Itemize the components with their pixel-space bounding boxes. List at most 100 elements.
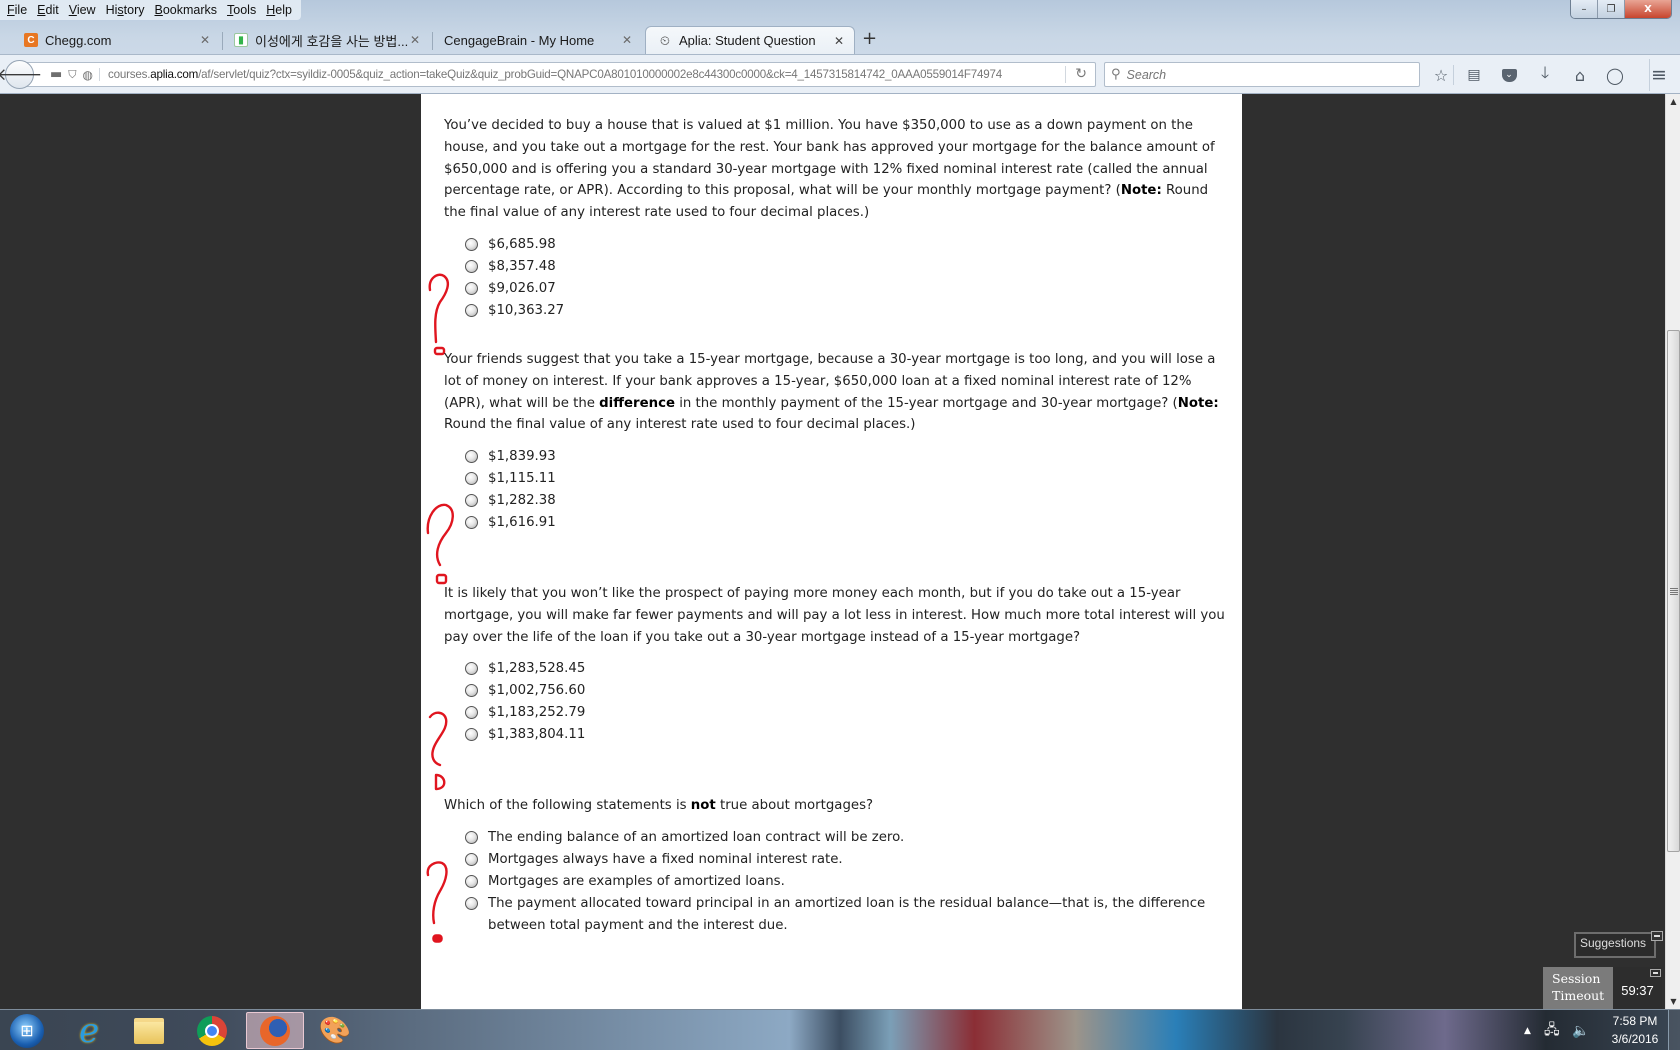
radio-button[interactable] [465, 706, 478, 720]
search-input[interactable] [1126, 67, 1407, 82]
emphasis-text: Note: [1177, 395, 1219, 411]
system-clock[interactable]: 7:58 PM 3/6/2016 [1600, 1012, 1670, 1048]
close-window-button[interactable]: X [1625, 0, 1671, 18]
taskbar-app-file-explorer[interactable] [124, 1012, 174, 1049]
start-button[interactable]: ⊞ [2, 1012, 52, 1049]
naver-blog-icon: ▮ [234, 33, 248, 47]
answer-option[interactable]: $8,357.48 [465, 256, 1227, 278]
show-hidden-icons-arrow[interactable]: ▲ [1524, 1010, 1531, 1050]
close-tab-icon[interactable]: ✕ [200, 33, 210, 47]
answer-option[interactable]: $6,685.98 [465, 234, 1227, 256]
pocket-icon[interactable]: ⌄ [1498, 64, 1520, 86]
menu-bookmarks[interactable]: Bookmarks [150, 3, 223, 17]
url-text[interactable]: courses.aplia.com/af/servlet/quiz?ctx=sy… [99, 68, 1044, 81]
answer-option[interactable]: $1,282.38 [465, 490, 1227, 512]
bookmarks-menu-icon[interactable]: ▤ [1463, 64, 1485, 86]
answer-option[interactable]: $1,383,804.11 [465, 724, 1227, 746]
close-tab-icon[interactable]: ✕ [622, 33, 632, 47]
scroll-down-arrow-icon[interactable]: ▼ [1666, 994, 1680, 1009]
question-3: It is likely that you won’t like the pro… [428, 583, 1227, 791]
radio-button[interactable] [465, 728, 478, 742]
vertical-scrollbar[interactable]: ▲ ▼ [1665, 94, 1680, 1009]
close-tab-icon[interactable]: ✕ [410, 33, 420, 47]
taskbar-app-paint[interactable]: 🎨 [310, 1012, 360, 1049]
radio-button[interactable] [465, 303, 478, 317]
answer-option[interactable]: $1,183,252.79 [465, 702, 1227, 724]
answer-option[interactable]: $1,839.93 [465, 446, 1227, 468]
taskbar-app-firefox[interactable] [246, 1012, 304, 1049]
answer-option[interactable]: The payment allocated toward principal i… [465, 893, 1227, 937]
tab-naver-blog[interactable]: ▮ 이성에게 호감을 사는 방법... ✕ [212, 26, 430, 54]
close-tab-icon[interactable]: ✕ [834, 34, 844, 48]
menu-view[interactable]: View [64, 3, 101, 17]
answer-option[interactable]: Mortgages always have a fixed nominal in… [465, 849, 1227, 871]
show-desktop-button[interactable] [1668, 1010, 1680, 1050]
taskbar-app-chrome[interactable] [187, 1012, 237, 1049]
answer-option[interactable]: $1,283,528.45 [465, 658, 1227, 680]
radio-button[interactable] [465, 450, 478, 464]
session-time-value: 59:37 [1621, 982, 1654, 998]
menu-help[interactable]: Help [261, 3, 297, 17]
hamburger-menu-icon[interactable]: ≡ [1648, 64, 1670, 86]
volume-icon[interactable]: 🔈 [1572, 1010, 1589, 1050]
tracking-shield-icon[interactable]: ⛉ [68, 68, 76, 82]
windows-taskbar: ⊞ e 🎨 ▲ 🖧 🔈 7:58 PM 3/6/2016 [0, 1009, 1680, 1050]
home-icon[interactable]: ⌂ [1569, 64, 1591, 86]
radio-button[interactable] [465, 259, 478, 273]
question-text: It is likely that you won’t like the pro… [444, 583, 1227, 648]
radio-button[interactable] [465, 874, 478, 888]
answer-option[interactable]: $1,616.91 [465, 512, 1227, 534]
search-box[interactable]: ⚲ [1104, 62, 1420, 87]
emphasis-text: Note: [1120, 183, 1162, 199]
minimize-widget-icon[interactable] [1650, 969, 1661, 977]
radio-button[interactable] [465, 852, 478, 866]
minimize-widget-icon[interactable] [1651, 931, 1663, 941]
reload-icon[interactable]: ↻ [1065, 66, 1087, 83]
question-text-span: true about mortgages? [715, 798, 874, 813]
radio-button[interactable] [465, 281, 478, 295]
radio-button[interactable] [465, 494, 478, 508]
session-timer: 59:37 [1613, 967, 1662, 1009]
answer-option[interactable]: $10,363.27 [465, 300, 1227, 322]
menu-history[interactable]: History [101, 3, 150, 17]
tab-cengagebrain[interactable]: CengageBrain - My Home ✕ [420, 26, 642, 54]
url-bar[interactable]: ▬ ⛉ ◍ courses.aplia.com/af/servlet/quiz?… [25, 62, 1096, 87]
radio-button[interactable] [465, 684, 478, 698]
tab-aplia[interactable]: ⏲ Aplia: Student Question ✕ [645, 26, 855, 54]
radio-button[interactable] [465, 472, 478, 486]
radio-button[interactable] [465, 662, 478, 676]
chat-bubble-icon[interactable]: ◯ [1604, 64, 1626, 86]
menu-edit[interactable]: Edit [32, 3, 64, 17]
globe-icon[interactable]: ◍ [83, 68, 93, 82]
question-text: You’ve decided to buy a house that is va… [444, 115, 1227, 224]
radio-button[interactable] [465, 896, 478, 910]
question-text-span: You’ve decided to buy a house that is va… [444, 118, 1215, 199]
menu-file[interactable]: File [2, 3, 32, 17]
downloads-icon[interactable]: 🡓 [1534, 63, 1556, 86]
minimize-button[interactable]: – [1571, 0, 1598, 18]
answer-option[interactable]: Mortgages are examples of amortized loan… [465, 871, 1227, 893]
back-button[interactable]: 🡐 [0, 60, 42, 89]
answer-option-label: $1,383,804.11 [488, 727, 586, 743]
answer-option[interactable]: The ending balance of an amortized loan … [465, 827, 1227, 849]
bookmark-star-icon[interactable]: ☆ [1430, 64, 1452, 86]
new-tab-button[interactable]: + [862, 28, 877, 49]
menu-tools[interactable]: Tools [222, 3, 261, 17]
scroll-up-arrow-icon[interactable]: ▲ [1666, 94, 1680, 109]
window-controls: – ❐ X [1570, 0, 1672, 19]
radio-button[interactable] [465, 516, 478, 530]
answer-option-label: $8,357.48 [488, 258, 556, 274]
restore-button[interactable]: ❐ [1598, 0, 1625, 18]
answer-option[interactable]: $9,026.07 [465, 278, 1227, 300]
suggestions-widget[interactable]: Suggestions [1574, 931, 1663, 958]
scrollbar-thumb[interactable] [1667, 330, 1680, 853]
page-info-icon[interactable]: ▬ [50, 67, 62, 82]
answer-option[interactable]: $1,002,756.60 [465, 680, 1227, 702]
tab-chegg[interactable]: C Chegg.com ✕ [0, 26, 220, 54]
network-icon[interactable]: 🖧 [1544, 1010, 1560, 1050]
taskbar-app-internet-explorer[interactable]: e [64, 1010, 114, 1050]
internet-explorer-icon: e [78, 1010, 100, 1050]
answer-option[interactable]: $1,115.11 [465, 468, 1227, 490]
radio-button[interactable] [465, 830, 478, 844]
radio-button[interactable] [465, 237, 478, 251]
